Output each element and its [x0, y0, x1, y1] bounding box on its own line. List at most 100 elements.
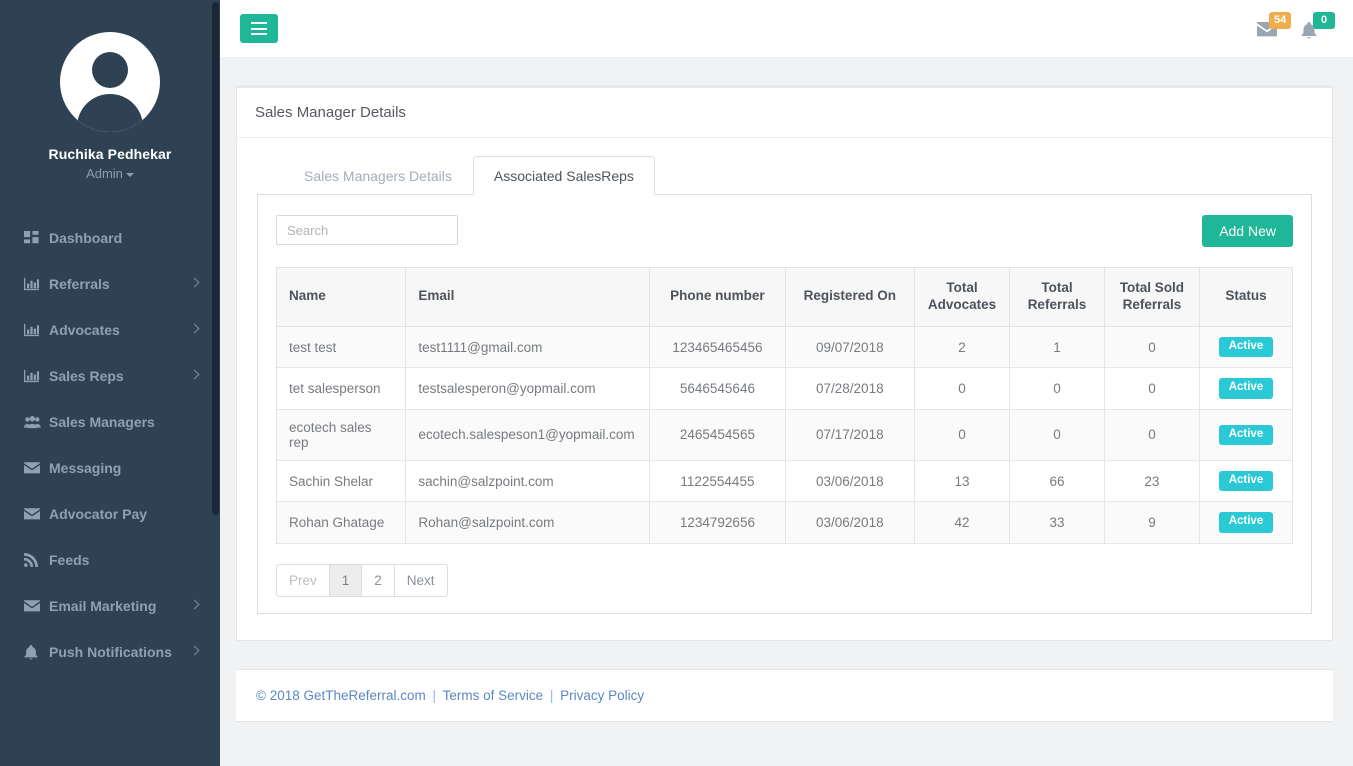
pagination-page-2[interactable]: 2	[362, 563, 395, 598]
envelope-icon	[24, 600, 46, 612]
sidebar-item-advocator-pay[interactable]: Advocator Pay	[0, 491, 220, 537]
notifications-button[interactable]: 0	[1293, 12, 1337, 46]
column-header-name[interactable]: Name	[275, 267, 407, 327]
cell-phone: 1234792656	[649, 501, 786, 544]
chevron-right-icon	[189, 323, 200, 334]
column-header-registered-on[interactable]: Registered On	[784, 267, 915, 327]
cell-total-referrals: 0	[1008, 367, 1105, 410]
status-badge[interactable]: Active	[1218, 470, 1274, 492]
cell-status: Active	[1198, 501, 1294, 544]
page-title: Sales Manager Details	[237, 88, 1332, 138]
hamburger-icon[interactable]	[240, 14, 278, 43]
sidebar-item-label: Messaging	[49, 460, 122, 476]
envelope-icon	[24, 462, 46, 474]
sidebar-item-email-marketing[interactable]: Email Marketing	[0, 583, 220, 629]
cell-registered-on: 03/06/2018	[784, 501, 915, 544]
sidebar-item-dashboard[interactable]: Dashboard	[0, 215, 220, 261]
terms-of-service-link[interactable]: Terms of Service	[443, 688, 544, 703]
status-badge[interactable]: Active	[1218, 378, 1274, 399]
add-new-button[interactable]: Add New	[1202, 215, 1293, 247]
cell-status: Active	[1198, 325, 1294, 369]
cell-phone: 123465465456	[649, 325, 786, 369]
cell-name: Sachin Shelar	[275, 459, 407, 503]
sidebar-item-sales-reps[interactable]: Sales Reps	[0, 353, 220, 399]
salesreps-table: Name Email Phone number Registered On To…	[275, 267, 1294, 544]
sidebar-item-label: Dashboard	[49, 230, 123, 246]
cell-total-advocates: 0	[913, 408, 1010, 461]
status-badge[interactable]: Active	[1218, 512, 1274, 533]
table-toolbar: Add New	[276, 215, 1293, 247]
cell-email: ecotech.salespeson1@yopmail.com	[405, 408, 651, 461]
sidebar-item-label: Push Notifications	[49, 644, 172, 660]
pagination-page-1[interactable]: 1	[329, 563, 363, 598]
cell-total-advocates: 0	[913, 367, 1010, 410]
cell-total-advocates: 42	[913, 501, 1010, 544]
chevron-right-icon	[189, 645, 200, 656]
sidebar-item-push-notifications[interactable]: Push Notifications	[0, 629, 220, 675]
column-header-total-referrals[interactable]: Total Referrals	[1008, 267, 1105, 327]
sidebar-item-advocates[interactable]: Advocates	[0, 307, 220, 353]
sidebar-item-label: Email Marketing	[49, 598, 157, 614]
chevron-right-icon	[189, 599, 200, 610]
cell-total-referrals: 33	[1008, 501, 1105, 544]
chevron-right-icon	[189, 277, 200, 288]
tab-associated-salesreps[interactable]: Associated SalesReps	[472, 156, 655, 195]
cell-email: sachin@salzpoint.com	[405, 459, 651, 503]
sidebar-scrollbar[interactable]	[212, 0, 220, 766]
topbar: 54 0	[220, 0, 1353, 57]
sidebar-item-label: Sales Managers	[49, 414, 155, 430]
profile-role-dropdown[interactable]: Admin	[0, 166, 220, 181]
cell-total-advocates: 2	[913, 325, 1010, 369]
pagination: Prev 1 2 Next	[276, 563, 448, 598]
hamburger-bar	[251, 22, 267, 25]
cell-status: Active	[1198, 367, 1294, 410]
column-header-phone-number[interactable]: Phone number	[649, 267, 786, 327]
envelope-icon	[24, 508, 46, 520]
column-header-total-sold-referrals[interactable]: Total Sold Referrals	[1103, 267, 1200, 327]
column-header-total-advocates[interactable]: Total Advocates	[913, 267, 1010, 327]
status-badge[interactable]: Active	[1218, 424, 1274, 445]
cell-status: Active	[1198, 408, 1294, 461]
table-row[interactable]: ecotech sales rep ecotech.salespeson1@yop…	[275, 408, 1294, 461]
table-row[interactable]: Rohan Ghatage Rohan@salzpoint.com 12347926…	[275, 501, 1294, 544]
avatar-head-shape	[92, 52, 128, 88]
column-header-email[interactable]: Email	[405, 267, 651, 327]
sidebar-item-feeds[interactable]: Feeds	[0, 537, 220, 583]
privacy-policy-link[interactable]: Privacy Policy	[560, 688, 644, 703]
messages-button[interactable]: 54	[1249, 12, 1293, 46]
cell-name: test test	[275, 325, 407, 369]
table-row[interactable]: tet salesperson testsalesperon@yopmail.co…	[275, 367, 1294, 410]
sidebar-item-messaging[interactable]: Messaging	[0, 445, 220, 491]
pagination-prev[interactable]: Prev	[276, 563, 330, 598]
table-row[interactable]: Sachin Shelar sachin@salzpoint.com 1122554…	[275, 459, 1294, 503]
sidebar-item-referrals[interactable]: Referrals	[0, 261, 220, 307]
tab-sales-managers-details[interactable]: Sales Managers Details	[283, 156, 473, 195]
sidebar-scrollbar-thumb[interactable]	[212, 2, 219, 515]
grid-icon	[24, 230, 46, 246]
column-header-status[interactable]: Status	[1198, 267, 1294, 327]
cell-total-sold-referrals: 9	[1103, 501, 1200, 544]
sales-manager-details-panel: Sales Manager Details Sales Managers Det…	[236, 85, 1333, 642]
cell-email: Rohan@salzpoint.com	[405, 501, 651, 544]
pagination-next[interactable]: Next	[394, 563, 448, 598]
avatar-body-shape	[77, 94, 143, 132]
chevron-right-icon	[189, 369, 200, 380]
bar-chart-icon	[24, 277, 46, 292]
footer-separator: |	[549, 688, 554, 704]
notifications-badge: 0	[1313, 12, 1335, 29]
sidebar-item-label: Sales Reps	[49, 368, 124, 384]
rss-icon	[24, 553, 46, 567]
main-content: Sales Manager Details Sales Managers Det…	[220, 57, 1353, 766]
profile-role-label: Admin	[86, 166, 123, 181]
profile-name: Ruchika Pedhekar	[48, 146, 172, 162]
sidebar-item-sales-managers[interactable]: Sales Managers	[0, 399, 220, 445]
cell-total-referrals: 66	[1008, 459, 1105, 503]
table-row[interactable]: test test test1111@gmail.com 123465465456 0…	[275, 325, 1294, 369]
messages-badge: 54	[1269, 12, 1292, 29]
status-badge[interactable]: Active	[1218, 336, 1274, 358]
cell-total-sold-referrals: 0	[1103, 325, 1200, 369]
cell-name: tet salesperson	[275, 367, 407, 410]
avatar	[60, 32, 160, 132]
table-header-row: Name Email Phone number Registered On To…	[275, 267, 1294, 327]
search-input[interactable]	[276, 215, 458, 245]
